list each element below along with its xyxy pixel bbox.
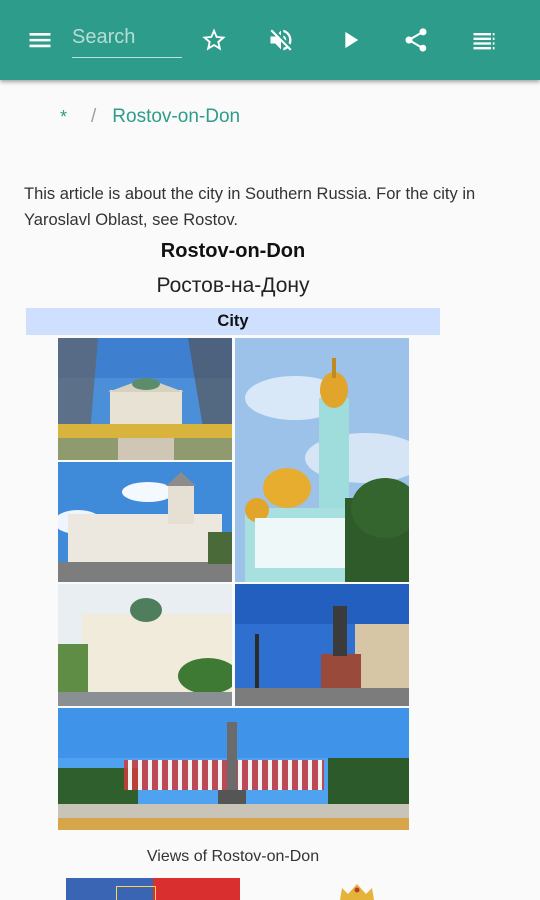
photo-hotel[interactable] bbox=[58, 584, 232, 706]
search-input[interactable] bbox=[72, 14, 182, 57]
star-icon bbox=[202, 28, 226, 51]
infobox-type-header: City bbox=[26, 308, 440, 335]
playlist-icon bbox=[473, 33, 495, 50]
breadcrumb-home[interactable]: * bbox=[60, 107, 67, 128]
photo-stela-square[interactable] bbox=[58, 708, 409, 830]
menu-button[interactable] bbox=[20, 20, 60, 60]
breadcrumb-separator: / bbox=[91, 106, 97, 127]
play-button[interactable] bbox=[330, 20, 370, 60]
breadcrumb-current[interactable]: Rostov-on-Don bbox=[112, 106, 240, 128]
photo-theatre[interactable] bbox=[58, 338, 232, 460]
share-icon bbox=[405, 28, 427, 52]
infobox-native-name: Ростов-на-Дону bbox=[156, 274, 310, 297]
flag-image[interactable] bbox=[66, 878, 240, 900]
photo-monument[interactable] bbox=[235, 584, 409, 706]
play-icon bbox=[345, 31, 359, 49]
photo-mansion[interactable] bbox=[58, 462, 232, 582]
app-toolbar bbox=[0, 0, 540, 80]
breadcrumb: * / Rostov-on-Don bbox=[60, 106, 240, 128]
share-button[interactable] bbox=[396, 20, 436, 60]
bookmark-button[interactable] bbox=[194, 20, 234, 60]
search-field-wrapper bbox=[72, 14, 182, 58]
infobox-image-caption: Views of Rostov-on-Don bbox=[146, 848, 320, 865]
photo-cathedral[interactable] bbox=[235, 338, 409, 582]
mute-button[interactable] bbox=[261, 20, 301, 60]
infobox-title: Rostov-on-Don bbox=[160, 240, 306, 262]
contents-button[interactable] bbox=[464, 20, 504, 60]
hatnote: This article is about the city in Southe… bbox=[24, 185, 476, 229]
volume-off-icon bbox=[270, 29, 292, 51]
coat-of-arms-image[interactable] bbox=[338, 884, 376, 900]
menu-icon bbox=[29, 33, 51, 48]
